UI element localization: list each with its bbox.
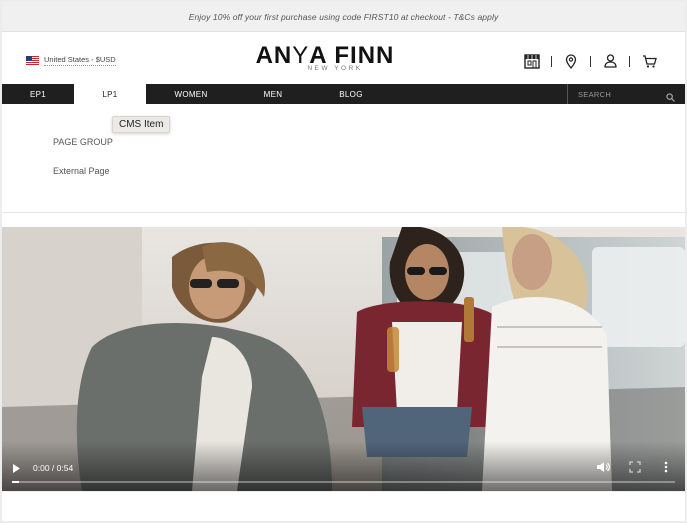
locale-label: United States - $USD [44,55,116,66]
nav-item-men[interactable]: MEN [236,84,310,104]
header-icon-bar [522,52,659,70]
header-divider [551,55,552,67]
more-options-icon[interactable] [664,460,668,478]
cart-icon[interactable] [639,52,659,70]
site-header: United States - $USD ANYA FINN NEW YORK [2,32,685,84]
content-spacer [2,213,685,227]
brand-logo[interactable]: ANYA FINN NEW YORK [252,44,398,73]
locale-selector[interactable]: United States - $USD [26,55,116,66]
video-controls: 0:00 / 0:54 [2,441,685,491]
location-pin-icon[interactable] [561,52,581,70]
video-progress-bar[interactable] [12,481,675,483]
search-box [567,84,685,104]
volume-icon[interactable] [596,460,610,478]
video-progress-fill [12,481,19,483]
header-divider [590,55,591,67]
main-navigation: EP1 LP1 WOMEN MEN BLOG [2,84,685,104]
page-bottom-band [2,491,685,521]
user-icon[interactable] [600,52,620,70]
promo-banner: Enjoy 10% off your first purchase using … [2,2,685,32]
menu-item-external-page[interactable]: External Page [53,166,110,176]
nav-item-lp1[interactable]: LP1 [74,84,146,104]
promo-text: Enjoy 10% off your first purchase using … [188,11,499,22]
store-icon[interactable] [522,52,542,70]
mega-menu-dropdown: PAGE GROUP External Page [2,104,685,213]
header-divider [629,55,630,67]
page-frame: Enjoy 10% off your first purchase using … [2,2,685,521]
search-input[interactable] [578,89,658,99]
cms-item-tooltip: CMS Item [112,116,171,133]
nav-item-women[interactable]: WOMEN [146,84,236,104]
play-icon[interactable] [11,461,21,479]
video-time: 0:00 / 0:54 [33,463,74,473]
nav-item-ep1[interactable]: EP1 [2,84,74,104]
us-flag-icon [26,56,39,65]
fullscreen-icon[interactable] [629,460,641,478]
hero-video[interactable]: 0:00 / 0:54 [2,227,685,491]
nav-item-blog[interactable]: BLOG [310,84,392,104]
menu-item-page-group[interactable]: PAGE GROUP [53,137,113,147]
